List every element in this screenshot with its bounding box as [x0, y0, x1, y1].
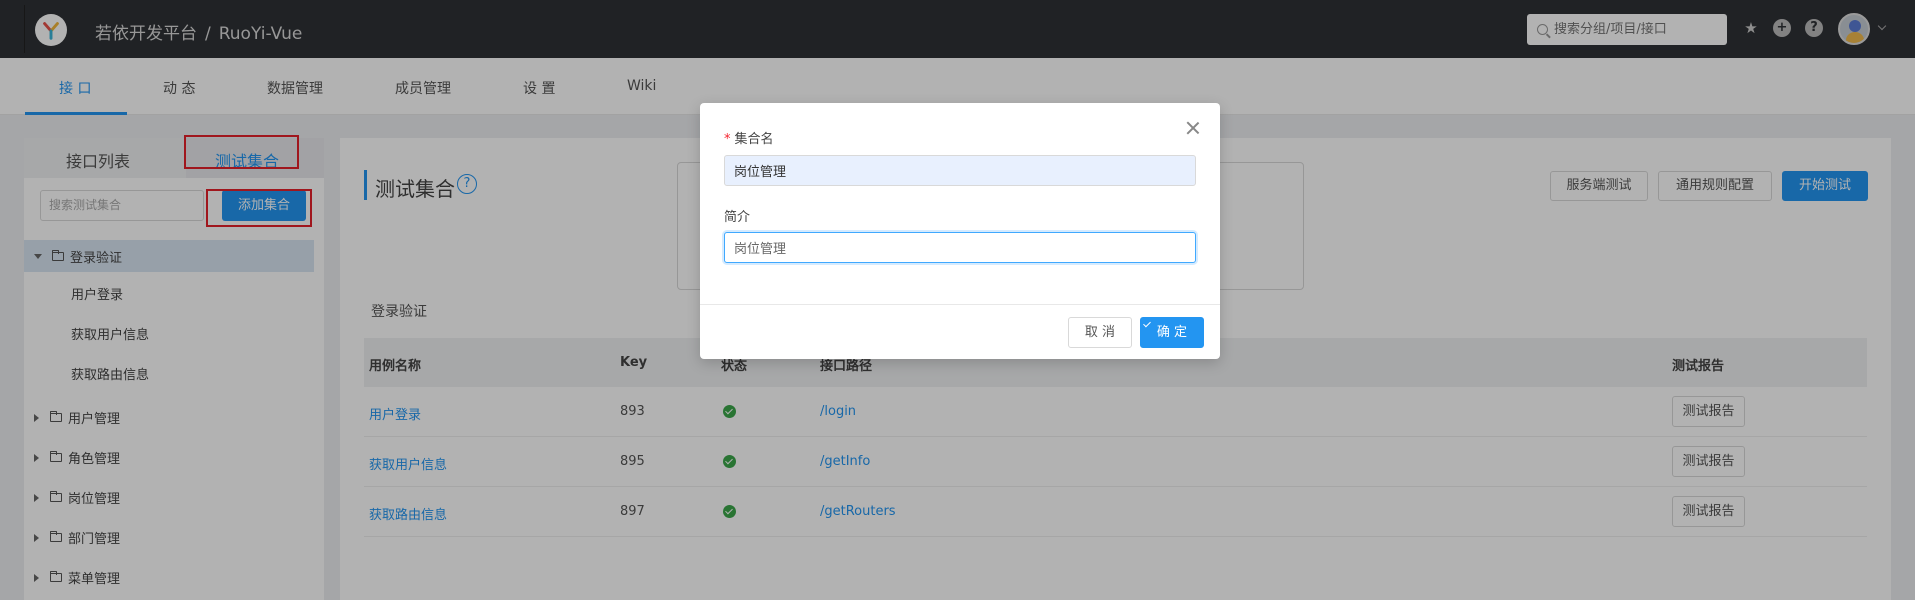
- collection-name-input[interactable]: [724, 155, 1196, 186]
- add-collection-modal: *集合名 简介 取 消 确 定: [700, 103, 1220, 359]
- close-icon[interactable]: [1186, 121, 1200, 135]
- modal-footer-divider: [700, 304, 1220, 305]
- description-input[interactable]: [724, 232, 1196, 263]
- collection-name-label-text: 集合名: [734, 132, 774, 147]
- description-label: 简介: [724, 210, 751, 225]
- collection-name-label: * 集合名: [724, 128, 774, 147]
- cancel-button[interactable]: 取 消: [1068, 317, 1132, 348]
- confirm-button[interactable]: 确 定: [1140, 317, 1204, 348]
- required-mark: *: [724, 132, 731, 147]
